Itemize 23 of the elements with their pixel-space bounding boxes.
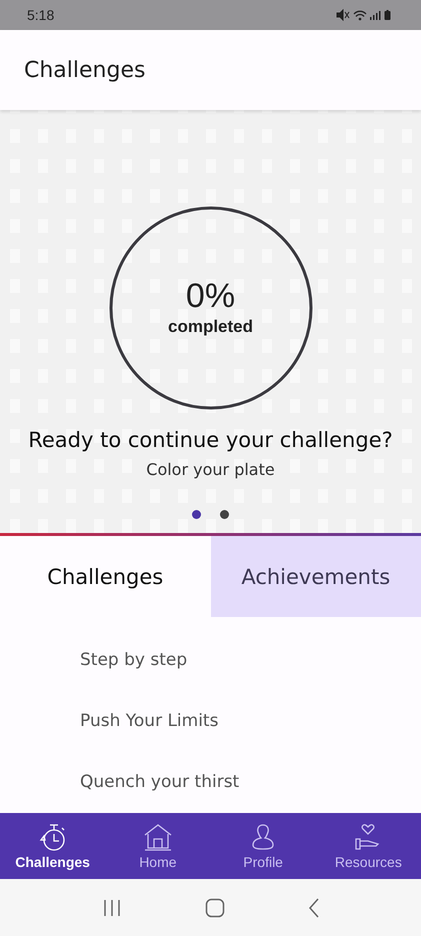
recent-apps-icon[interactable] [102,898,122,916]
nav-item[interactable]: Challenges [0,813,106,879]
nav-item[interactable]: Home [105,813,210,879]
back-icon[interactable] [308,898,320,918]
hero-title: Ready to continue your challenge? [28,428,393,452]
battery-icon [384,9,391,21]
nav-item[interactable]: Profile [210,813,316,879]
challenge-item[interactable]: Push Your Limits [80,710,218,733]
home-button-icon[interactable] [204,898,224,918]
wifi-icon [353,9,367,21]
challenge-item[interactable]: Step by step [80,649,188,672]
signal-icon [370,9,381,21]
tab[interactable]: Achievements [210,536,421,617]
page-title: Challenges [24,58,146,82]
hero-subtitle: Color your plate [146,460,275,479]
challenge-item[interactable]: Quench your thirst [80,771,240,794]
pager-dot[interactable] [192,510,201,519]
mute-icon [336,9,350,21]
progress-caption: completed [168,317,254,337]
progress-percent: 0% [186,279,236,313]
nav-item[interactable]: Resources [316,813,421,879]
pager-dot[interactable] [220,510,229,519]
status-time: 5:18 [27,7,54,23]
